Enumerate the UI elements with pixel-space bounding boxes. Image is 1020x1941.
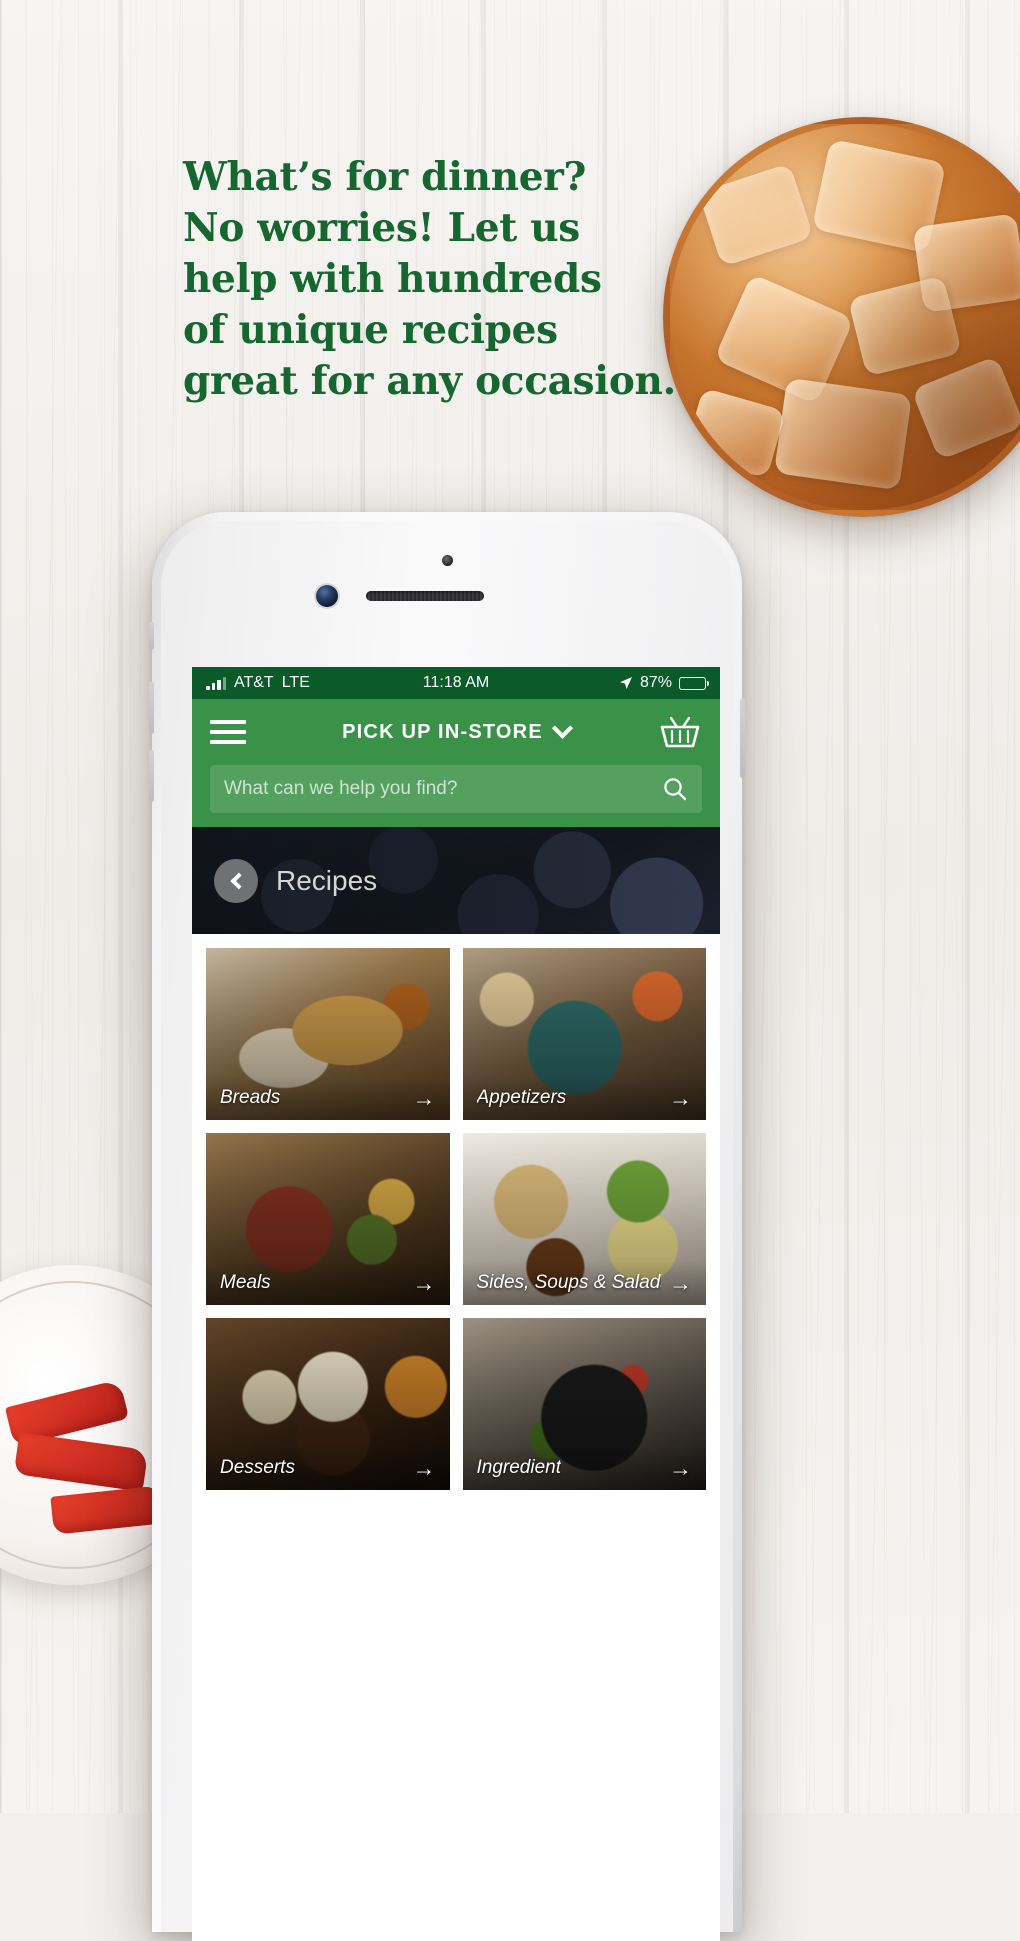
phone-screen: AT&T LTE 11:18 AM 87% PICK UP IN-STORE W… [192, 667, 720, 1941]
location-arrow-icon [619, 677, 632, 689]
status-bar-left: AT&T LTE [206, 674, 456, 692]
headline-line-4: of unique recipes [183, 307, 558, 353]
earpiece-speaker-icon [366, 591, 484, 601]
tile-label: Ingredient [476, 1457, 562, 1478]
tile-label-bar: Ingredient → [462, 1446, 706, 1490]
status-bar: AT&T LTE 11:18 AM 87% [192, 667, 720, 699]
arrow-right-icon: → [412, 1084, 436, 1111]
battery-percent-label: 87% [639, 674, 672, 691]
arrow-right-icon: → [412, 1454, 436, 1481]
network-label: LTE [281, 674, 310, 691]
recipe-category-tile[interactable]: Desserts → [206, 1318, 450, 1490]
headline-line-3: help with hundreds [183, 256, 602, 302]
front-camera-icon [316, 585, 338, 607]
phone-volume-up-button[interactable] [149, 682, 154, 734]
arrow-right-icon: → [412, 1269, 436, 1296]
recipe-category-tile[interactable]: Breads → [206, 948, 450, 1120]
search-input[interactable] [224, 778, 662, 800]
phone-bezel: AT&T LTE 11:18 AM 87% PICK UP IN-STORE W… [161, 521, 733, 1941]
battery-icon [679, 676, 710, 690]
signal-bars-icon [206, 676, 226, 690]
search-box[interactable] [210, 765, 702, 813]
headline-line-1: What’s for dinner? [183, 154, 587, 200]
tile-label-bar: Meals → [206, 1261, 450, 1305]
carrier-label: AT&T [234, 674, 274, 691]
arrow-right-icon: → [669, 1454, 692, 1481]
recipe-category-grid: Breads → Appetizers → Meals → Sides, Soups & S… [192, 934, 720, 1490]
pickup-mode-label: PICK UP IN-STORE [342, 720, 543, 743]
tile-label: Sides, Soups & Salads [476, 1272, 662, 1293]
tile-label-bar: Sides, Soups & Salads → [462, 1261, 706, 1305]
tile-label-bar: Appetizers → [462, 1076, 706, 1120]
chevron-left-icon [230, 872, 248, 889]
phone-volume-down-button[interactable] [149, 750, 154, 802]
arrow-right-icon: → [669, 1269, 692, 1296]
hero-headline: What’s for dinner? No worries! Let us he… [183, 152, 743, 407]
tile-label-bar: Breads → [206, 1076, 450, 1120]
chevron-down-icon [551, 717, 573, 739]
rear-camera-dot-icon [441, 555, 453, 566]
status-bar-right: 87% [456, 674, 710, 692]
app-nav-bar: PICK UP IN-STORE [192, 699, 720, 765]
search-area [192, 765, 720, 827]
tile-label-bar: Desserts → [206, 1446, 450, 1490]
phone-mute-switch[interactable] [149, 622, 154, 650]
page-title: Recipes [276, 864, 378, 896]
arrow-right-icon: → [669, 1084, 692, 1111]
recipe-category-tile[interactable]: Ingredient → [462, 1318, 706, 1490]
recipe-category-tile[interactable]: Appetizers → [462, 948, 706, 1120]
recipe-category-tile[interactable]: Meals → [206, 1133, 450, 1305]
recipes-banner: Recipes [192, 827, 720, 934]
hamburger-icon[interactable] [210, 714, 246, 750]
headline-line-5: great for any occasion. [183, 358, 676, 404]
phone-power-button[interactable] [740, 698, 745, 778]
tile-label: Appetizers [476, 1087, 567, 1108]
search-icon[interactable] [662, 776, 688, 802]
tile-label: Breads [220, 1087, 281, 1108]
iphone-mockup: AT&T LTE 11:18 AM 87% PICK UP IN-STORE W… [149, 512, 745, 1941]
shopping-basket-icon[interactable] [658, 712, 702, 752]
pickup-mode-selector[interactable]: PICK UP IN-STORE [192, 717, 720, 744]
tile-label: Meals [220, 1272, 271, 1293]
headline-line-2: No worries! Let us [183, 205, 580, 251]
tile-label: Desserts [220, 1457, 295, 1478]
recipe-category-tile[interactable]: Sides, Soups & Salads → [462, 1133, 706, 1305]
back-button[interactable] [214, 858, 258, 903]
